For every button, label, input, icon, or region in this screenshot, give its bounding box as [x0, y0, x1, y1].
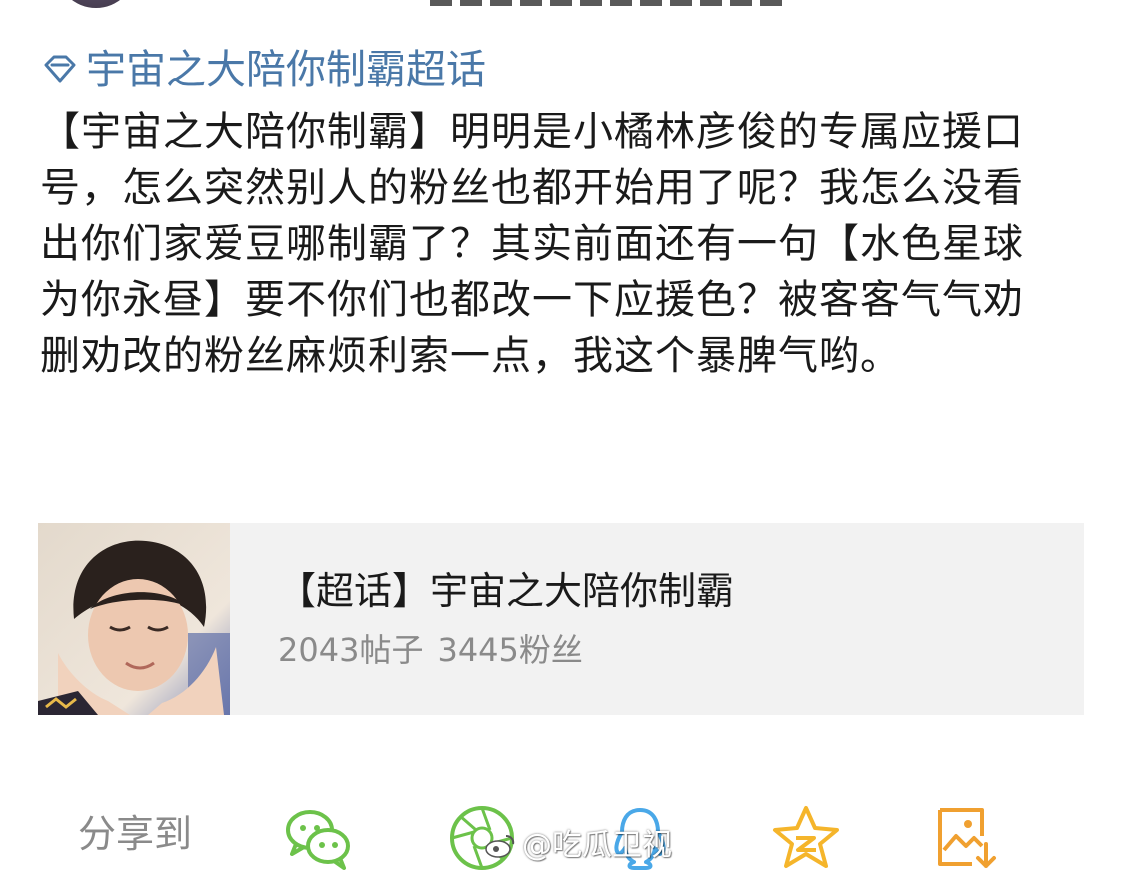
share-label: 分享到 — [78, 812, 193, 856]
topic-card-title: 【超话】宇宙之大陪你制霸 — [278, 569, 735, 613]
topic-card-stats: 2043帖子 3445粉丝 — [278, 630, 734, 670]
fan-count: 3445粉丝 — [437, 631, 583, 669]
super-topic-link[interactable]: 宇宙之大陪你制霸超话 — [40, 46, 486, 94]
cropped-header — [0, 0, 1122, 14]
post-text: 【宇宙之大陪你制霸】明明是小橘林彦俊的专属应援口号，怎么突然别人的粉丝也都开始用… — [40, 109, 1024, 379]
watermark-text: @吃瓜卫视 — [522, 828, 672, 863]
save-image-icon[interactable] — [930, 802, 1002, 874]
qzone-icon[interactable] — [770, 802, 842, 874]
weibo-logo-icon — [485, 835, 515, 858]
topic-cover-image — [38, 523, 230, 715]
weibo-watermark: @吃瓜卫视 — [484, 828, 672, 864]
avatar[interactable] — [56, 0, 136, 8]
share-bar: 分享到 @吃瓜卫视 — [0, 794, 1122, 878]
super-topic-link-label: 宇宙之大陪你制霸超话 — [86, 47, 486, 93]
super-topic-card[interactable]: 【超话】宇宙之大陪你制霸 2043帖子 3445粉丝 — [38, 523, 1084, 715]
wechat-icon[interactable] — [282, 802, 354, 874]
post-count: 2043帖子 — [278, 631, 424, 669]
cropped-header-text — [430, 0, 790, 6]
super-topic-diamond-icon — [40, 50, 80, 90]
